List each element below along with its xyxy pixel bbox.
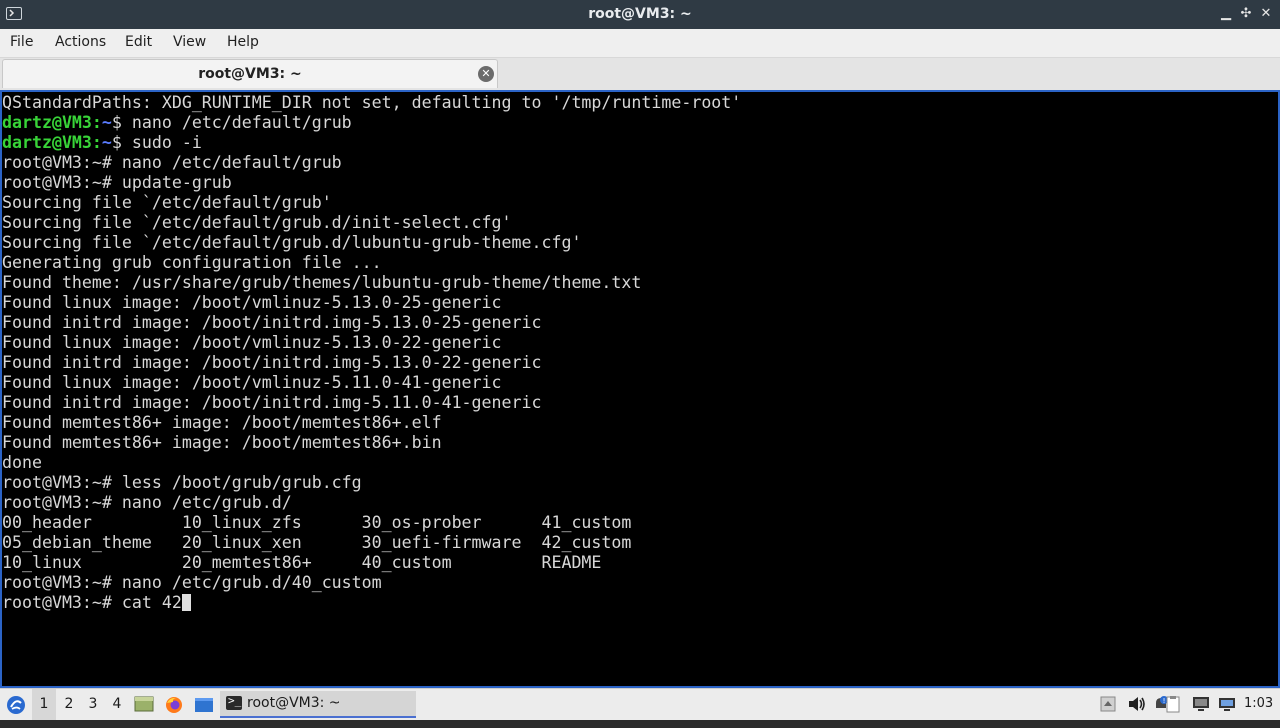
terminal-text: root@VM3:~# nano /etc/grub.d/40_custom <box>2 573 382 592</box>
terminal-text: dartz@VM3: <box>2 113 102 132</box>
terminal-text: Found initrd image: /boot/initrd.img-5.1… <box>2 313 542 332</box>
terminal-line: Generating grub configuration file ... <box>2 253 741 273</box>
menu-view[interactable]: View <box>173 34 206 50</box>
terminal-task-icon: >_ <box>226 694 242 710</box>
terminal-text: Sourcing file `/etc/default/grub' <box>2 193 332 212</box>
terminal-text: QStandardPaths: XDG_RUNTIME_DIR not set,… <box>2 93 742 112</box>
terminal-line: 00_header 10_linux_zfs 30_os-prober 41_c… <box>2 513 741 533</box>
terminal-line: QStandardPaths: XDG_RUNTIME_DIR not set,… <box>2 93 741 113</box>
tab-bar: root@VM3: ~ ✕ <box>0 58 1280 90</box>
terminal-line: Sourcing file `/etc/default/grub' <box>2 193 741 213</box>
terminal-text: Found initrd image: /boot/initrd.img-5.1… <box>2 353 542 372</box>
update-notifier-icon[interactable] <box>1099 695 1117 713</box>
terminal-line: Found linux image: /boot/vmlinuz-5.13.0-… <box>2 333 741 353</box>
terminal-line: Found linux image: /boot/vmlinuz-5.13.0-… <box>2 293 741 313</box>
terminal-line: root@VM3:~# less /boot/grub/grub.cfg <box>2 473 741 493</box>
terminal-text: 05_debian_theme 20_linux_xen 30_uefi-fir… <box>2 533 632 552</box>
terminal-text: done <box>2 453 42 472</box>
clipboard-icon[interactable] <box>1164 695 1182 713</box>
tab-label: root@VM3: ~ <box>198 66 302 82</box>
menu-help[interactable]: Help <box>227 34 259 50</box>
terminal-text: Sourcing file `/etc/default/grub.d/lubun… <box>2 233 582 252</box>
terminal-text: 00_header 10_linux_zfs 30_os-prober 41_c… <box>2 513 632 532</box>
window-title: root@VM3: ~ <box>588 6 692 22</box>
terminal-text: root@VM3:~# nano /etc/grub.d/ <box>2 493 292 512</box>
terminal-text: Generating grub configuration file ... <box>2 253 382 272</box>
terminal-text: root@VM3:~# cat 42 <box>2 593 182 612</box>
clock[interactable]: 1:03 <box>1244 696 1273 711</box>
terminal-line: Found memtest86+ image: /boot/memtest86+… <box>2 413 741 433</box>
terminal-text: Found initrd image: /boot/initrd.img-5.1… <box>2 393 542 412</box>
terminal-cursor <box>181 594 191 611</box>
tab-close-icon[interactable]: ✕ <box>478 66 494 82</box>
terminal-text: Found linux image: /boot/vmlinuz-5.11.0-… <box>2 373 502 392</box>
terminal-line: 05_debian_theme 20_linux_xen 30_uefi-fir… <box>2 533 741 553</box>
terminal-text: Found linux image: /boot/vmlinuz-5.13.0-… <box>2 293 502 312</box>
menu-file[interactable]: File <box>10 34 33 50</box>
network-icon[interactable] <box>1191 695 1209 713</box>
terminal-line: Found memtest86+ image: /boot/memtest86+… <box>2 433 741 453</box>
terminal-line: Sourcing file `/etc/default/grub.d/init-… <box>2 213 741 233</box>
terminal-line: root@VM3:~# nano /etc/grub.d/ <box>2 493 741 513</box>
terminal-line: dartz@VM3:~$ sudo -i <box>2 133 741 153</box>
terminal-line: root@VM3:~# cat 42 <box>2 593 741 613</box>
terminal-text: Found theme: /usr/share/grub/themes/lubu… <box>2 273 642 292</box>
terminal-text: dartz@VM3: <box>2 133 102 152</box>
terminal-line: root@VM3:~# update-grub <box>2 173 741 193</box>
terminal-text: Sourcing file `/etc/default/grub.d/init-… <box>2 213 512 232</box>
monitor-icon[interactable] <box>1218 695 1236 713</box>
terminal-line: Found theme: /usr/share/grub/themes/lubu… <box>2 273 741 293</box>
terminal-line: Found initrd image: /boot/initrd.img-5.1… <box>2 353 741 373</box>
terminal-line: Found linux image: /boot/vmlinuz-5.11.0-… <box>2 373 741 393</box>
terminal-text: root@VM3:~# less /boot/grub/grub.cfg <box>2 473 362 492</box>
menu-bar: File Actions Edit View Help <box>0 29 1280 58</box>
taskbar: 1 2 3 4 >_ root@VM3: ~ ! 1:03 <box>0 688 1280 720</box>
terminal-lines: QStandardPaths: XDG_RUNTIME_DIR not set,… <box>2 93 741 613</box>
terminal-line: Found initrd image: /boot/initrd.img-5.1… <box>2 313 741 333</box>
terminal-text: root@VM3:~# update-grub <box>2 173 232 192</box>
terminal-line: dartz@VM3:~$ nano /etc/default/grub <box>2 113 741 133</box>
workspace-3[interactable]: 3 <box>81 689 105 720</box>
terminal-text: Found memtest86+ image: /boot/memtest86+… <box>2 433 442 452</box>
start-menu-icon[interactable] <box>2 689 30 720</box>
terminal-output[interactable]: QStandardPaths: XDG_RUNTIME_DIR not set,… <box>0 90 1280 688</box>
terminal-text: root@VM3:~# nano /etc/default/grub <box>2 153 342 172</box>
task-label: root@VM3: ~ <box>247 695 341 711</box>
terminal-text: $ nano /etc/default/grub <box>111 113 352 132</box>
tab-terminal[interactable]: root@VM3: ~ ✕ <box>2 59 498 88</box>
menu-edit[interactable]: Edit <box>125 34 152 50</box>
workspace-2[interactable]: 2 <box>57 689 81 720</box>
terminal-line: root@VM3:~# nano /etc/default/grub <box>2 153 741 173</box>
terminal-line: root@VM3:~# nano /etc/grub.d/40_custom <box>2 573 741 593</box>
terminal-text: ~ <box>101 113 112 132</box>
terminal-line: done <box>2 453 741 473</box>
terminal-text: Found linux image: /boot/vmlinuz-5.13.0-… <box>2 333 502 352</box>
window-titlebar: root@VM3: ~ ▁ ✣ ✕ <box>0 0 1280 29</box>
terminal-line: Found initrd image: /boot/initrd.img-5.1… <box>2 393 741 413</box>
terminal-text: Found memtest86+ image: /boot/memtest86+… <box>2 413 442 432</box>
workspace-4[interactable]: 4 <box>105 689 129 720</box>
terminal-line: Sourcing file `/etc/default/grub.d/lubun… <box>2 233 741 253</box>
close-button[interactable]: ✕ <box>1258 6 1274 22</box>
menu-actions[interactable]: Actions <box>55 34 106 50</box>
maximize-button[interactable]: ✣ <box>1238 6 1254 22</box>
workspace-1[interactable]: 1 <box>32 689 56 720</box>
volume-icon[interactable] <box>1127 695 1145 713</box>
taskbar-terminal-task[interactable]: >_ root@VM3: ~ <box>220 691 416 718</box>
terminal-text: 10_linux 20_memtest86+ 40_custom README <box>2 553 602 572</box>
terminal-text: $ sudo -i <box>111 133 202 152</box>
terminal-text: ~ <box>101 133 112 152</box>
file-manager-icon[interactable] <box>191 689 217 720</box>
firefox-icon[interactable] <box>161 689 187 720</box>
show-desktop-icon[interactable] <box>132 689 156 720</box>
terminal-line: 10_linux 20_memtest86+ 40_custom README <box>2 553 741 573</box>
minimize-button[interactable]: ▁ <box>1218 6 1234 22</box>
